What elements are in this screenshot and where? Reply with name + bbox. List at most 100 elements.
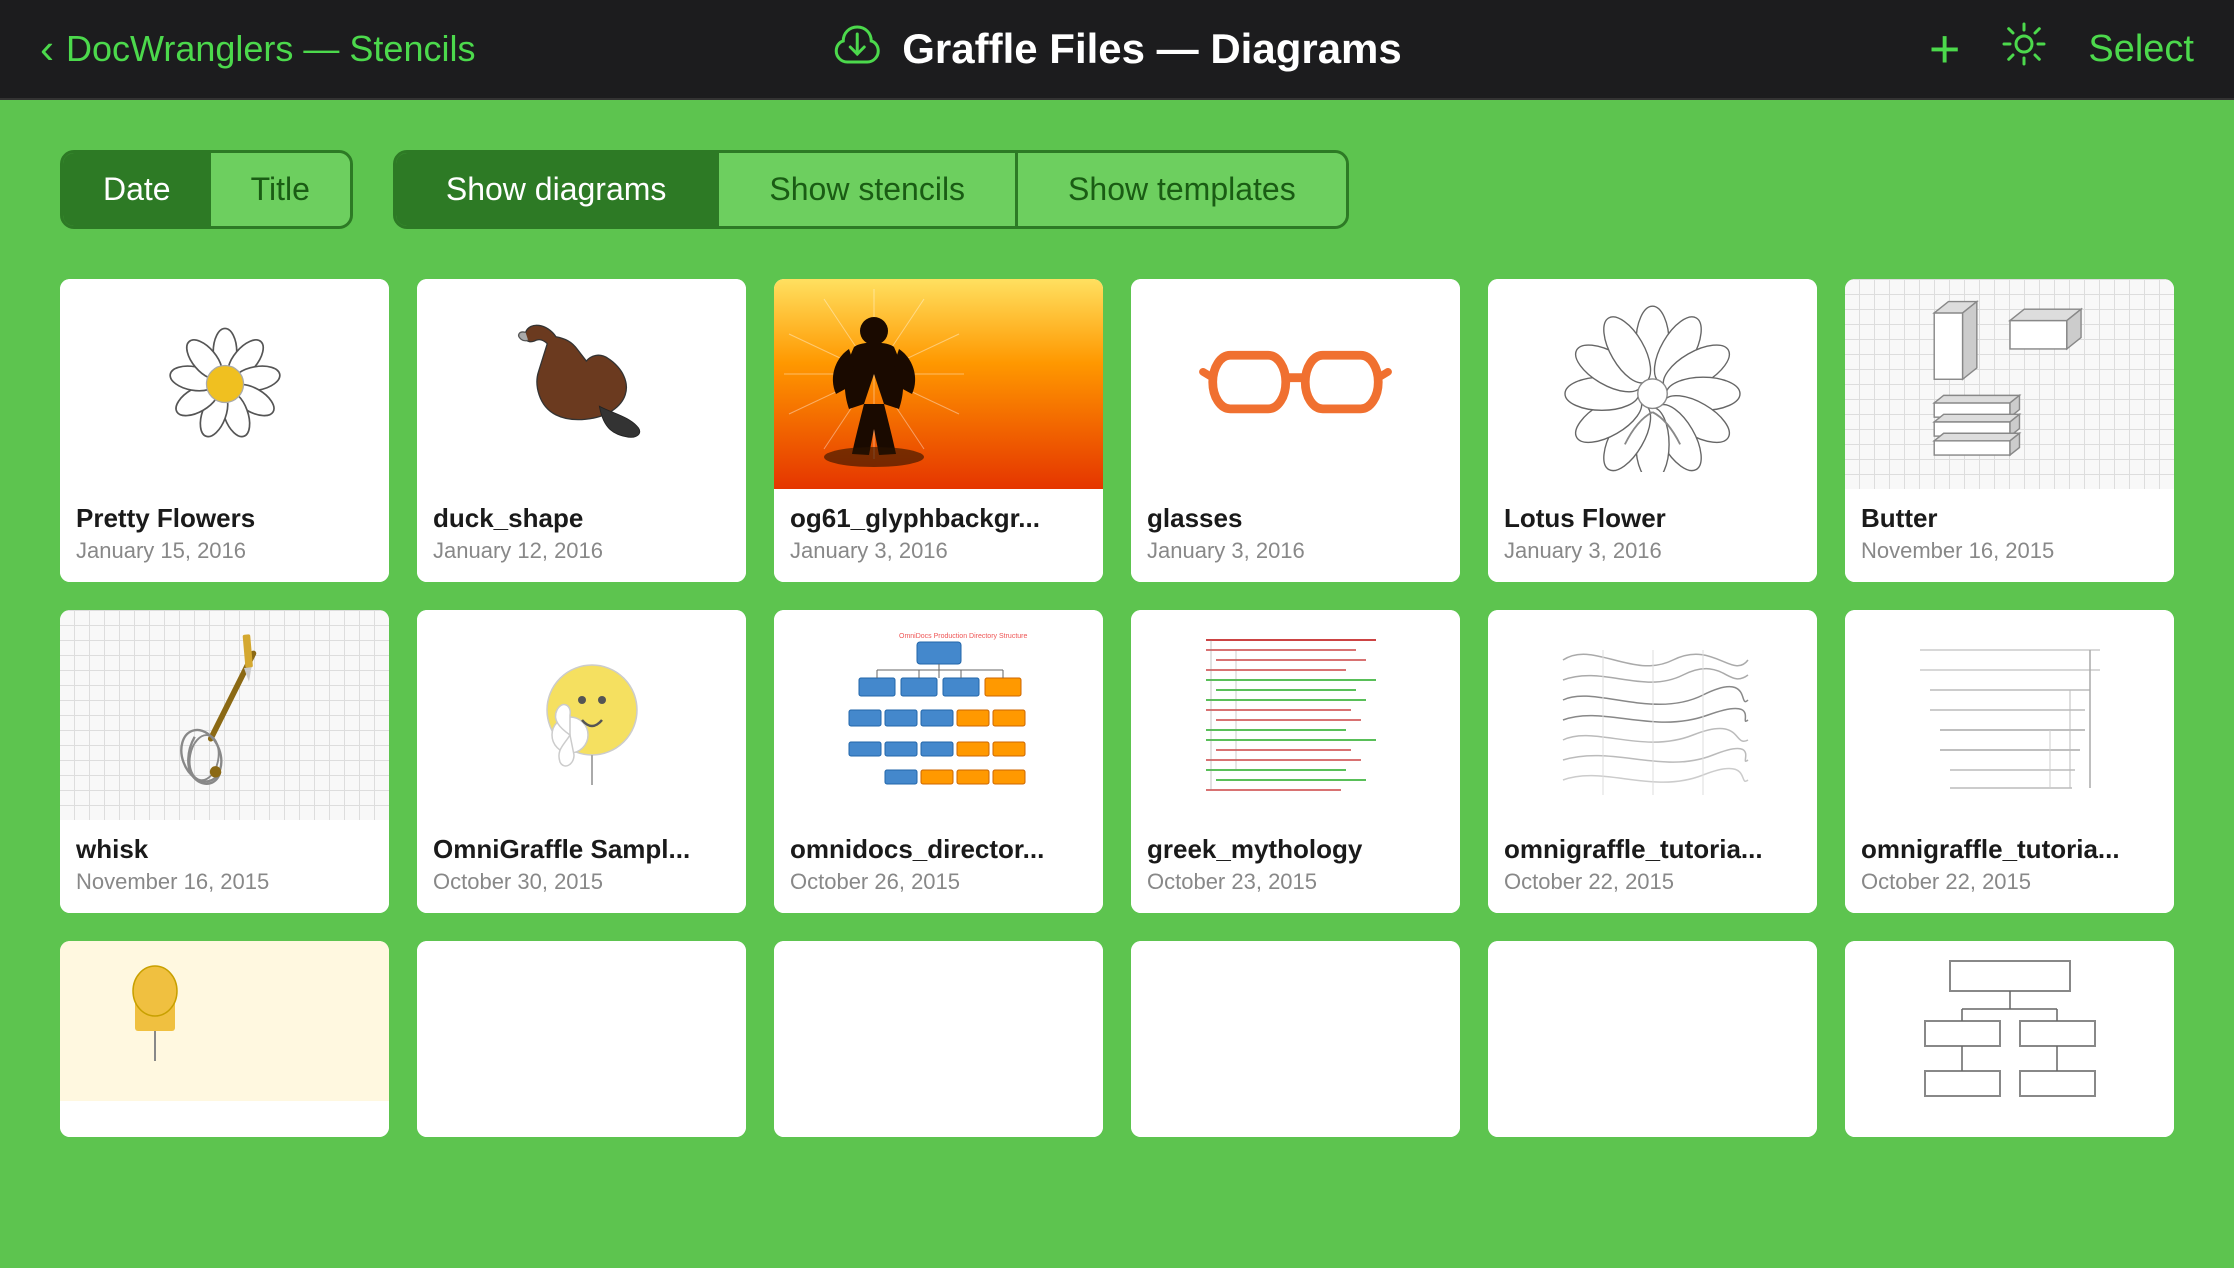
file-info: [1488, 1101, 1817, 1137]
nav-back-button[interactable]: ‹ DocWranglers — Stencils: [40, 25, 475, 73]
file-thumbnail: [1488, 610, 1817, 820]
file-card-partial-2[interactable]: [417, 941, 746, 1137]
file-info: [1845, 1101, 2174, 1137]
select-button[interactable]: Select: [2088, 28, 2194, 71]
nav-title-area: Graffle Files — Diagrams: [832, 19, 1402, 80]
file-thumbnail: [1131, 941, 1460, 1101]
file-date: January 12, 2016: [433, 538, 730, 564]
show-stencils-button[interactable]: Show stencils: [719, 153, 1018, 226]
show-diagrams-button[interactable]: Show diagrams: [396, 153, 720, 226]
sort-date-button[interactable]: Date: [63, 153, 211, 226]
file-name: OmniGraffle Sampl...: [433, 834, 730, 865]
file-name: omnigraffle_tutoria...: [1504, 834, 1801, 865]
file-info: greek_mythology October 23, 2015: [1131, 820, 1460, 913]
file-info: og61_glyphbackgr... January 3, 2016: [774, 489, 1103, 582]
file-card-partial-6[interactable]: [1845, 941, 2174, 1137]
file-info: omnigraffle_tutoria... October 22, 2015: [1845, 820, 2174, 913]
file-card-whisk[interactable]: whisk November 16, 2015: [60, 610, 389, 913]
nav-actions: + Select: [1929, 20, 2194, 79]
view-group: Show diagrams Show stencils Show templat…: [393, 150, 1349, 229]
file-info: Pretty Flowers January 15, 2016: [60, 489, 389, 582]
file-info: whisk November 16, 2015: [60, 820, 389, 913]
file-thumbnail: [417, 941, 746, 1101]
file-card-lotus[interactable]: Lotus Flower January 3, 2016: [1488, 279, 1817, 582]
file-thumbnail: [1488, 279, 1817, 489]
file-thumbnail: [60, 941, 389, 1101]
file-card-tutorial-1[interactable]: omnigraffle_tutoria... October 22, 2015: [1488, 610, 1817, 913]
sort-group: Date Title: [60, 150, 353, 229]
file-name: og61_glyphbackgr...: [790, 503, 1087, 534]
file-info: [60, 1101, 389, 1137]
show-templates-button[interactable]: Show templates: [1018, 153, 1346, 226]
file-name: glasses: [1147, 503, 1444, 534]
file-date: October 22, 2015: [1504, 869, 1801, 895]
file-thumbnail: [1845, 941, 2174, 1101]
file-thumbnail: [60, 610, 389, 820]
cloud-icon: [832, 19, 882, 80]
file-date: November 16, 2015: [76, 869, 373, 895]
file-thumbnail: [774, 941, 1103, 1101]
file-card-partial-5[interactable]: [1488, 941, 1817, 1137]
file-info: duck_shape January 12, 2016: [417, 489, 746, 582]
file-name: Pretty Flowers: [76, 503, 373, 534]
file-date: January 3, 2016: [790, 538, 1087, 564]
file-info: [1131, 1101, 1460, 1137]
file-thumbnail: OmniDocs Production Directory Structure: [774, 610, 1103, 820]
settings-button[interactable]: [2000, 20, 2048, 79]
svg-text:OmniDocs Production Directory: OmniDocs Production Directory Structure: [899, 633, 1027, 640]
file-card-partial-4[interactable]: [1131, 941, 1460, 1137]
file-info: [774, 1101, 1103, 1137]
file-date: January 15, 2016: [76, 538, 373, 564]
chevron-left-icon: ‹: [40, 25, 54, 73]
file-name: omnigraffle_tutoria...: [1861, 834, 2158, 865]
file-info: Butter November 16, 2015: [1845, 489, 2174, 582]
file-thumbnail: [774, 279, 1103, 489]
file-thumbnail: [1131, 279, 1460, 489]
file-date: January 3, 2016: [1147, 538, 1444, 564]
page-title: Graffle Files — Diagrams: [902, 25, 1402, 73]
file-info: omnigraffle_tutoria... October 22, 2015: [1488, 820, 1817, 913]
file-date: November 16, 2015: [1861, 538, 2158, 564]
file-card-duck-shape[interactable]: duck_shape January 12, 2016: [417, 279, 746, 582]
file-info: glasses January 3, 2016: [1131, 489, 1460, 582]
file-date: January 3, 2016: [1504, 538, 1801, 564]
file-thumbnail: [1845, 279, 2174, 489]
file-thumbnail: [1131, 610, 1460, 820]
file-info: [417, 1101, 746, 1137]
file-info: OmniGraffle Sampl... October 30, 2015: [417, 820, 746, 913]
file-card-glasses[interactable]: glasses January 3, 2016: [1131, 279, 1460, 582]
file-thumbnail: [417, 610, 746, 820]
file-card-glyph[interactable]: og61_glyphbackgr... January 3, 2016: [774, 279, 1103, 582]
file-info: Lotus Flower January 3, 2016: [1488, 489, 1817, 582]
file-card-tutorial-2[interactable]: omnigraffle_tutoria... October 22, 2015: [1845, 610, 2174, 913]
file-thumbnail: [60, 279, 389, 489]
file-date: October 30, 2015: [433, 869, 730, 895]
file-date: October 23, 2015: [1147, 869, 1444, 895]
file-card-partial-3[interactable]: [774, 941, 1103, 1137]
file-name: whisk: [76, 834, 373, 865]
file-card-greek-mythology[interactable]: greek_mythology October 23, 2015: [1131, 610, 1460, 913]
file-name: omnidocs_director...: [790, 834, 1087, 865]
file-card-omnidocs[interactable]: OmniDocs Production Directory Structure: [774, 610, 1103, 913]
file-name: duck_shape: [433, 503, 730, 534]
file-card-butter[interactable]: Butter November 16, 2015: [1845, 279, 2174, 582]
nav-bar: ‹ DocWranglers — Stencils Graffle Files …: [0, 0, 2234, 100]
add-button[interactable]: +: [1929, 22, 1961, 76]
file-name: Butter: [1861, 503, 2158, 534]
file-date: October 22, 2015: [1861, 869, 2158, 895]
file-date: October 26, 2015: [790, 869, 1087, 895]
file-thumbnail: [1488, 941, 1817, 1101]
sort-title-button[interactable]: Title: [211, 153, 350, 226]
file-card-partial-1[interactable]: [60, 941, 389, 1137]
nav-back-label: DocWranglers — Stencils: [66, 28, 475, 70]
file-thumbnail: [1845, 610, 2174, 820]
file-thumbnail: [417, 279, 746, 489]
main-content: Date Title Show diagrams Show stencils S…: [0, 100, 2234, 1268]
file-card-omnigraffle-sample[interactable]: OmniGraffle Sampl... October 30, 2015: [417, 610, 746, 913]
file-card-pretty-flowers[interactable]: Pretty Flowers January 15, 2016: [60, 279, 389, 582]
file-name: Lotus Flower: [1504, 503, 1801, 534]
filter-row: Date Title Show diagrams Show stencils S…: [60, 150, 2174, 229]
file-grid: Pretty Flowers January 15, 2016 duck_sha…: [60, 279, 2174, 1137]
file-name: greek_mythology: [1147, 834, 1444, 865]
file-info: omnidocs_director... October 26, 2015: [774, 820, 1103, 913]
